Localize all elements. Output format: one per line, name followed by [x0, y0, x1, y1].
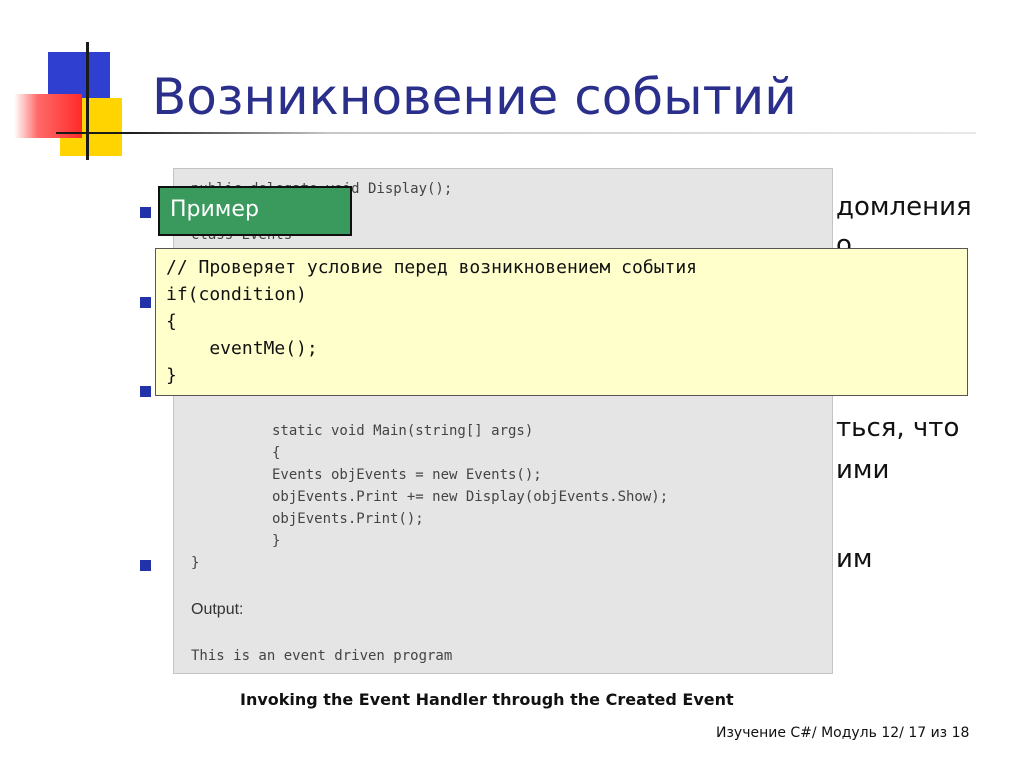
example-code-line: {	[166, 311, 177, 332]
code-line: objEvents.Print += new Display(objEvents…	[272, 489, 669, 505]
code-line: Events objEvents = new Events();	[272, 467, 542, 483]
title-underline	[56, 132, 976, 134]
bullet-text-fragment: ими	[836, 455, 890, 485]
code-line: }	[272, 533, 281, 549]
bullet-icon	[140, 560, 151, 571]
bullet-text-fragment: ться, что	[836, 413, 960, 443]
bullet-icon	[140, 207, 151, 218]
slide-title: Возникновение событий	[152, 68, 797, 126]
figure-caption: Invoking the Event Handler through the C…	[240, 690, 734, 709]
bullet-text-fragment: домления	[836, 192, 972, 222]
code-line: {	[272, 445, 281, 461]
example-code-line: if(condition)	[166, 284, 307, 305]
code-line: objEvents.Print();	[272, 511, 424, 527]
output-text: This is an event driven program	[191, 648, 453, 664]
example-code-line: }	[166, 365, 177, 386]
example-code-line: // Проверяет условие перед возникновение…	[166, 257, 698, 278]
example-label: Пример	[158, 186, 352, 236]
output-label: Output:	[191, 601, 244, 618]
decor-vertical-line	[86, 42, 89, 160]
code-line: static void Main(string[] args)	[272, 423, 534, 439]
example-code-line: eventMe();	[166, 338, 318, 359]
bullet-text-fragment: им	[836, 544, 873, 574]
bullet-icon	[140, 386, 151, 397]
example-code-box: // Проверяет условие перед возникновение…	[155, 248, 968, 396]
slide-footer: Изучение C#/ Модуль 12/ 17 из 18	[716, 725, 970, 741]
bullet-icon	[140, 297, 151, 308]
code-line: }	[191, 555, 200, 571]
code-figure: public delegate void Display(); class Ev…	[173, 168, 833, 674]
